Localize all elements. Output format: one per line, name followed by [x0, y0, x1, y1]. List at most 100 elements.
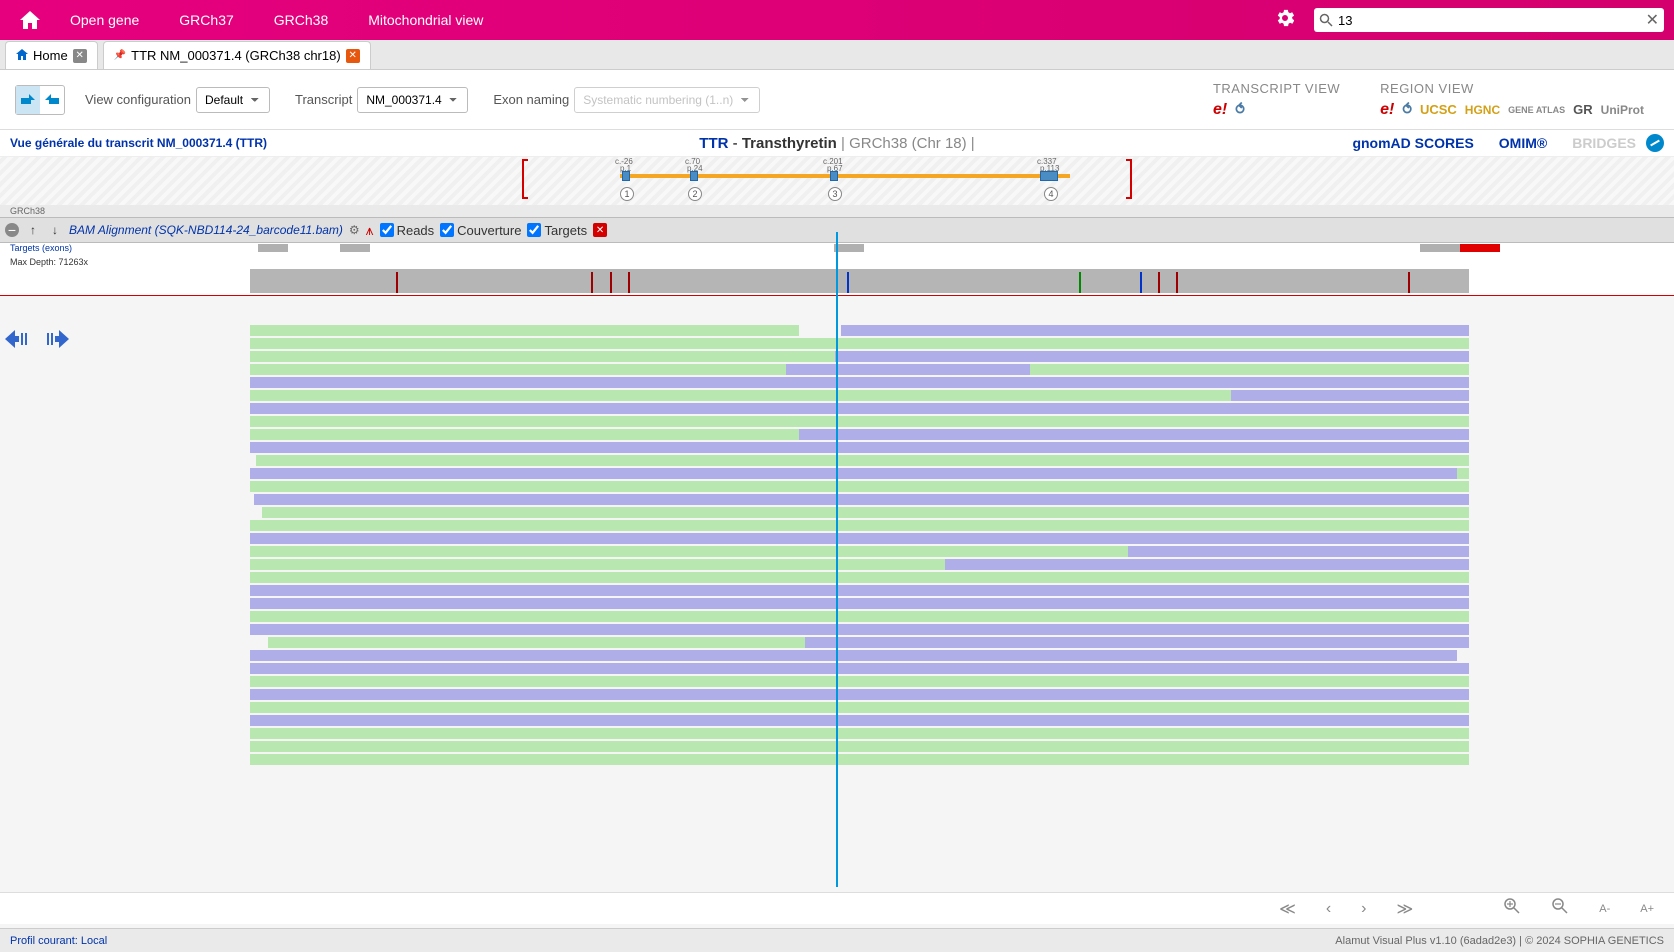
orientation-right[interactable]: [16, 86, 40, 114]
link-gr[interactable]: GR: [1573, 102, 1593, 117]
intron-line: [620, 174, 1070, 178]
orientation-left[interactable]: [40, 86, 64, 114]
variant-tick: [628, 272, 630, 293]
status-version: Alamut Visual Plus v1.10 (6adad2e3) | © …: [1335, 935, 1664, 947]
nav-first-icon[interactable]: ≪: [1279, 899, 1296, 919]
tab-home[interactable]: Home ✕: [5, 41, 98, 69]
build-tag: GRCh38: [0, 205, 1674, 217]
font-larger-button[interactable]: A+: [1640, 903, 1654, 915]
max-depth-label: Max Depth: 71263x: [10, 257, 88, 267]
tab-home-close[interactable]: ✕: [73, 49, 87, 63]
top-menu-bar: Open gene GRCh37 GRCh38 Mitochondrial vi…: [0, 0, 1674, 40]
gene-symbol: TTR: [699, 135, 728, 152]
link-uniprot[interactable]: UniProt: [1601, 103, 1644, 117]
home-icon[interactable]: [10, 0, 50, 40]
orientation-toggle: [15, 85, 65, 115]
scroll-reads-right[interactable]: [41, 330, 69, 348]
view-config-label: View configuration: [85, 92, 191, 107]
link-gnomad-scores[interactable]: gnomAD SCORES: [1352, 135, 1473, 151]
link-bridges[interactable]: BRIDGES: [1572, 135, 1636, 151]
status-profile: Profil courant: Local: [10, 935, 107, 947]
position-cursor[interactable]: [836, 232, 838, 887]
bam-close-icon[interactable]: ✕: [593, 223, 607, 237]
collapse-track-icon[interactable]: −: [5, 223, 19, 237]
link-ucsc[interactable]: UCSC: [1420, 102, 1457, 117]
gene-name: Transthyretin: [742, 135, 837, 152]
transcript-view-title: TRANSCRIPT VIEW: [1213, 81, 1340, 96]
external-view-links: TRANSCRIPT VIEW e! ⥀ REGION VIEW e! ⥀ UC…: [1213, 81, 1659, 119]
search-input[interactable]: [1338, 13, 1646, 28]
scroll-reads-left[interactable]: [5, 330, 33, 348]
target-region: [258, 244, 288, 252]
refresh-icon[interactable]: [1646, 134, 1664, 152]
zoom-out-icon[interactable]: [1551, 897, 1569, 920]
link-gene-atlas[interactable]: GENE ATLAS: [1508, 105, 1565, 115]
link-ensembl-region[interactable]: e!: [1380, 101, 1394, 119]
bam-file-title: BAM Alignment (SQK-NBD114-24_barcode11.b…: [69, 223, 343, 237]
variant-tick: [396, 272, 398, 293]
gene-build: | GRCh38 (Chr 18) |: [837, 135, 975, 152]
font-smaller-button[interactable]: A-: [1599, 903, 1610, 915]
view-bracket-left: [522, 159, 528, 199]
tab-gene-close[interactable]: ✕: [346, 49, 360, 63]
tab-gene-label: TTR NM_000371.4 (GRCh38 chr18): [131, 48, 341, 63]
variant-tick: [610, 272, 612, 293]
nav-next-icon[interactable]: ›: [1361, 900, 1366, 918]
variant-tick: [1408, 272, 1410, 293]
reads-pileup[interactable]: [250, 325, 1469, 887]
transcript-info-row: Vue générale du transcrit NM_000371.4 (T…: [0, 130, 1674, 156]
tab-bar: Home ✕ 📌 TTR NM_000371.4 (GRCh38 chr18) …: [0, 40, 1674, 70]
toolbar: View configuration Default Transcript NM…: [0, 70, 1674, 130]
view-config-select[interactable]: Default: [196, 87, 270, 113]
variant-tick: [1079, 272, 1081, 293]
variant-tick: [591, 272, 593, 293]
transcript-label: Transcript: [295, 92, 352, 107]
targets-label: Targets (exons): [10, 243, 72, 253]
menu-grch38[interactable]: GRCh38: [254, 0, 348, 40]
link-ncbi-transcript[interactable]: ⥀: [1235, 101, 1245, 118]
nav-last-icon[interactable]: ≫: [1396, 899, 1413, 919]
transcript-select[interactable]: NM_000371.4: [357, 87, 468, 113]
target-region-warning: [1460, 244, 1500, 252]
tab-gene[interactable]: 📌 TTR NM_000371.4 (GRCh38 chr18) ✕: [103, 41, 371, 69]
targets-checkbox[interactable]: Targets: [527, 223, 587, 238]
transcript-diagram[interactable]: c.-26 p.1 c.70 p.24 c.201 p.67 c.337 p.1…: [0, 157, 1674, 205]
home-small-icon: [16, 48, 28, 63]
move-down-icon[interactable]: ↓: [47, 222, 63, 238]
tab-home-label: Home: [33, 48, 68, 63]
read-nav-arrows: [5, 330, 69, 348]
target-region: [834, 244, 864, 252]
settings-icon[interactable]: [1266, 9, 1304, 32]
bottom-nav-bar: ≪ ‹ › ≫ A- A+: [0, 892, 1674, 924]
coverage-track[interactable]: [250, 269, 1469, 293]
nav-prev-icon[interactable]: ‹: [1326, 900, 1331, 918]
link-ensembl-transcript[interactable]: e!: [1213, 101, 1227, 119]
bam-settings-icon[interactable]: ⚙: [349, 223, 360, 237]
variant-tick: [1176, 272, 1178, 293]
search-clear-icon[interactable]: ✕: [1646, 10, 1659, 30]
menu-open-gene[interactable]: Open gene: [50, 0, 159, 40]
target-region: [340, 244, 370, 252]
status-bar: Profil courant: Local Alamut Visual Plus…: [0, 928, 1674, 952]
search-icon: [1319, 13, 1333, 27]
reads-checkbox[interactable]: Reads: [380, 223, 435, 238]
menu-grch37[interactable]: GRCh37: [159, 0, 253, 40]
transcript-overview-link[interactable]: Vue générale du transcrit NM_000371.4 (T…: [10, 136, 267, 150]
region-view-title: REGION VIEW: [1380, 81, 1644, 96]
target-region: [1420, 244, 1460, 252]
variant-tick: [1140, 272, 1142, 293]
pin-icon: 📌: [114, 50, 126, 61]
variant-tick: [847, 272, 849, 293]
link-ncbi-region[interactable]: ⥀: [1402, 101, 1412, 118]
variant-tick: [1158, 272, 1160, 293]
mane-select-track: MANE Select c.-26 p.1 c.70 p.24 c.201 p.…: [0, 156, 1674, 205]
menu-mito-view[interactable]: Mitochondrial view: [348, 0, 503, 40]
link-omim[interactable]: OMIM®: [1499, 135, 1547, 151]
coverage-checkbox[interactable]: Couverture: [440, 223, 521, 238]
move-up-icon[interactable]: ↑: [25, 222, 41, 238]
zoom-in-icon[interactable]: [1503, 897, 1521, 920]
exon-naming-select[interactable]: Systematic numbering (1..n): [574, 87, 760, 113]
bam-peak-icon[interactable]: ⩚: [366, 222, 374, 239]
search-box: ✕: [1314, 8, 1664, 32]
link-hgnc[interactable]: HGNC: [1465, 103, 1500, 117]
